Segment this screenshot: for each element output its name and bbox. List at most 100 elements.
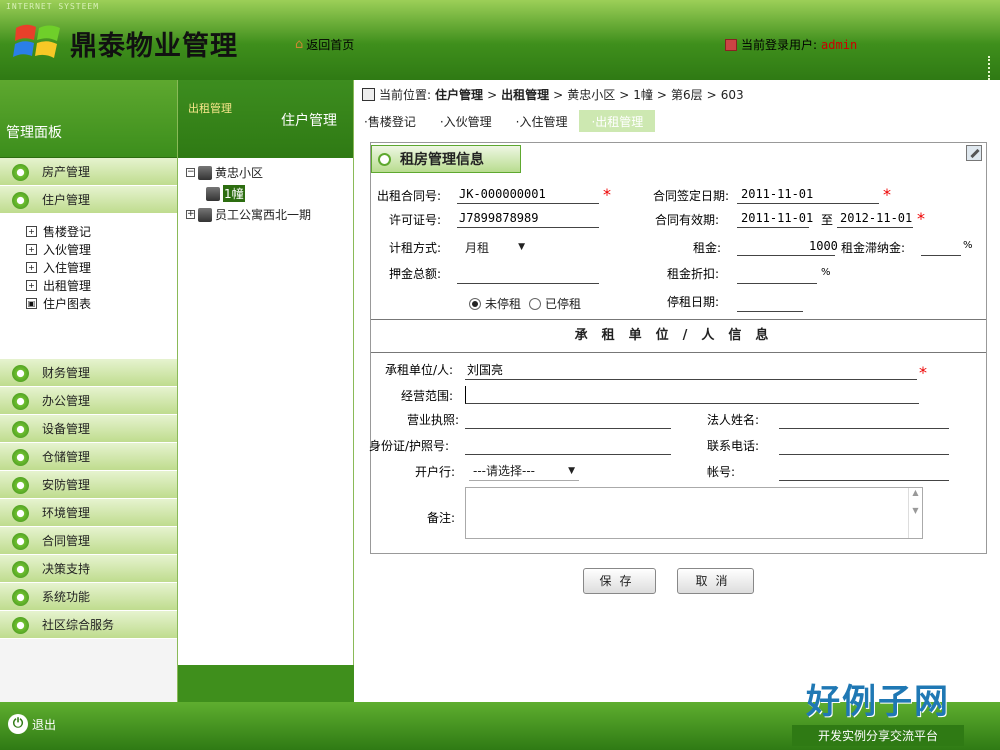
bank-label: 开户行:	[415, 465, 456, 479]
sidebar-item-system[interactable]: 系统功能	[0, 583, 177, 611]
tree-node-building-1[interactable]: 1幢	[206, 185, 245, 202]
breadcrumb-part[interactable]: 第6层	[671, 86, 703, 103]
sidebar-item-label: 合同管理	[42, 534, 91, 548]
menu-bullet-icon	[12, 533, 29, 550]
menu-bullet-icon	[12, 449, 29, 466]
tab-rental[interactable]: ·出租管理	[579, 110, 656, 132]
permit-no-field[interactable]: J7899878989	[459, 211, 538, 225]
discount-label: 租金折扣:	[667, 267, 720, 281]
sign-date-field[interactable]: 2011-11-01	[741, 187, 813, 201]
rent-field[interactable]: 1000	[809, 239, 838, 253]
license-input[interactable]	[465, 411, 671, 429]
sidebar-item-finance[interactable]: 财务管理	[0, 359, 177, 387]
sidebar-submenu: + 售楼登记 + 入伙管理 + 入住管理 + 出租管理 ▣ 住户图表	[0, 214, 177, 359]
submenu-label: 售楼登记	[43, 224, 92, 239]
sidebar-item-community[interactable]: 社区综合服务	[0, 611, 177, 639]
submenu-item-movein[interactable]: + 入伙管理	[26, 240, 177, 258]
tenant-field[interactable]: 刘国亮	[467, 361, 503, 378]
tab-checkin[interactable]: ·入住管理	[504, 110, 580, 132]
valid-from-field[interactable]: 2011-11-01	[741, 211, 813, 225]
phone-input[interactable]	[779, 437, 949, 455]
scope-input[interactable]	[465, 386, 919, 404]
menu-bullet-icon	[12, 505, 29, 522]
sub-tabs: ·售楼登记 ·入伙管理 ·入住管理 ·出租管理	[362, 110, 656, 132]
expand-box-icon: +	[26, 279, 37, 291]
sidebar-item-equipment[interactable]: 设备管理	[0, 415, 177, 443]
breadcrumb-part[interactable]: 出租管理	[501, 86, 549, 103]
sidebar-item-label: 社区综合服务	[42, 618, 115, 632]
breadcrumb-part[interactable]: 住户管理	[435, 86, 483, 103]
cancel-button[interactable]: 取消	[677, 568, 754, 594]
textarea-scrollbar[interactable]: ▲ ▼	[908, 488, 922, 538]
submenu-label: 入住管理	[43, 260, 92, 275]
sidebar-item-office[interactable]: 办公管理	[0, 387, 177, 415]
breadcrumb-part[interactable]: 1幢	[633, 86, 653, 103]
account-input[interactable]	[779, 463, 949, 481]
scroll-down-icon[interactable]: ▼	[912, 506, 918, 515]
tree-footer	[178, 665, 354, 702]
edit-icon[interactable]	[966, 145, 982, 161]
sidebar-item-label: 办公管理	[42, 394, 91, 408]
chart-box-icon: ▣	[26, 297, 37, 309]
tree-expander-icon[interactable]: +	[186, 210, 195, 219]
submenu-item-checkin[interactable]: + 入住管理	[26, 258, 177, 276]
menu-bullet-icon	[12, 393, 29, 410]
logout-button[interactable]: ⏻ 退出	[8, 714, 56, 734]
home-link[interactable]: ⌂ 返回首页	[295, 36, 354, 53]
bank-select[interactable]: ---请选择--- ▼	[469, 461, 579, 481]
sidebar-item-label: 决策支持	[42, 562, 91, 576]
sidebar-item-label: 仓储管理	[42, 450, 91, 464]
calc-method-select[interactable]: 月租 ▼	[461, 236, 529, 258]
submenu-item-rental[interactable]: + 出租管理	[26, 276, 177, 294]
sidebar-item-property[interactable]: 房产管理	[0, 158, 177, 186]
valid-to-field[interactable]: 2012-11-01	[840, 211, 912, 225]
collapse-icon[interactable]	[378, 153, 391, 166]
submenu-item-charts[interactable]: ▣ 住户图表	[26, 294, 177, 312]
radio-stopped[interactable]: 已停租	[529, 295, 581, 312]
breadcrumb-part[interactable]: 黄忠小区	[567, 86, 615, 103]
building-icon	[206, 186, 220, 201]
remark-textarea[interactable]: ▲ ▼	[465, 487, 923, 539]
menu-bullet-icon	[12, 477, 29, 494]
expand-box-icon: +	[26, 225, 37, 237]
tree-node-staff-apartment[interactable]: + 员工公寓西北一期	[186, 206, 311, 223]
tree-expander-icon[interactable]: −	[186, 168, 195, 177]
brand-watermark: 好例子网 开发实例分享交流平台	[792, 674, 964, 746]
contract-no-field[interactable]: JK-000000001	[459, 187, 546, 201]
menu-bullet-icon	[12, 421, 29, 438]
submenu-label: 入伙管理	[43, 242, 92, 257]
sidebar: 管理面板 房产管理 住户管理 + 售楼登记 + 入伙管理 + 入住管理 + 出租管理 ▣…	[0, 80, 178, 702]
form-title-text: 租房管理信息	[400, 152, 484, 168]
dropdown-arrow-icon: ▼	[518, 242, 525, 252]
radio-not-stopped[interactable]: 未停租	[469, 295, 521, 312]
sidebar-item-decision[interactable]: 决策支持	[0, 555, 177, 583]
sidebar-item-contracts[interactable]: 合同管理	[0, 527, 177, 555]
submenu-item-sales[interactable]: + 售楼登记	[26, 222, 177, 240]
home-link-label: 返回首页	[306, 38, 355, 52]
permit-no-label: 许可证号:	[389, 213, 442, 227]
location-icon	[362, 88, 375, 101]
required-mark: *	[603, 185, 611, 204]
tree-node-community[interactable]: − 黄忠小区	[186, 164, 263, 181]
stop-date-label: 停租日期:	[667, 295, 720, 309]
sidebar-item-security[interactable]: 安防管理	[0, 471, 177, 499]
id-input[interactable]	[465, 437, 671, 455]
calc-method-label: 计租方式:	[389, 241, 442, 255]
current-user-name: admin	[821, 37, 858, 52]
legal-name-input[interactable]	[779, 411, 949, 429]
sidebar-item-storage[interactable]: 仓储管理	[0, 443, 177, 471]
bottom-bar: ⏻ 退出 好例子网 开发实例分享交流平台	[0, 682, 1000, 750]
breadcrumb-sep: >	[656, 87, 667, 102]
sidebar-item-environment[interactable]: 环境管理	[0, 499, 177, 527]
scroll-up-icon[interactable]: ▲	[912, 488, 918, 497]
sidebar-item-label: 设备管理	[42, 422, 91, 436]
sidebar-title: 管理面板	[0, 80, 177, 158]
sidebar-item-residents[interactable]: 住户管理	[0, 186, 177, 214]
save-button[interactable]: 保存	[583, 568, 656, 594]
tab-sales[interactable]: ·售楼登记	[362, 110, 428, 132]
tab-movein[interactable]: ·入伙管理	[428, 110, 504, 132]
breadcrumb-sep: >	[487, 87, 498, 102]
discount-unit: %	[821, 267, 831, 278]
breadcrumb-label: 当前位置:	[379, 88, 432, 102]
logout-label: 退出	[32, 717, 57, 732]
